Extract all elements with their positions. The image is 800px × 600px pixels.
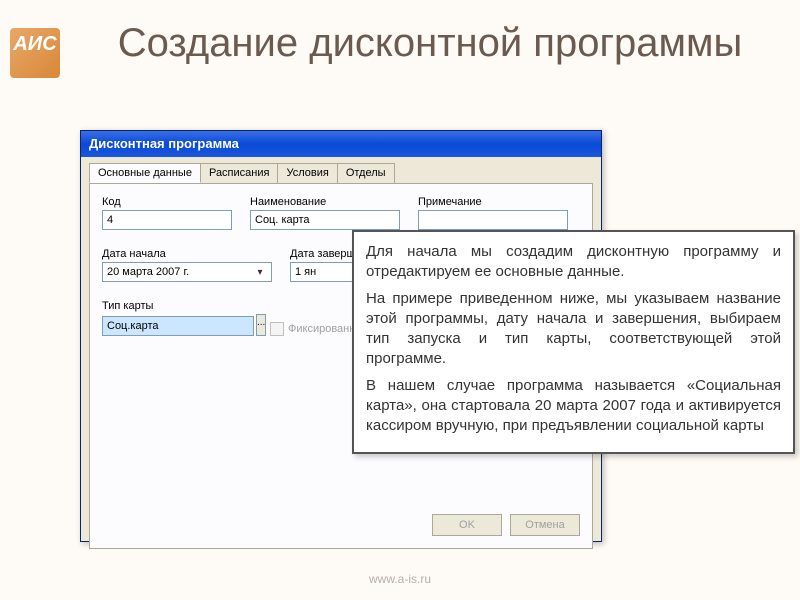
cancel-button[interactable]: Отмена [510, 514, 580, 536]
date-end-value: 1 ян [295, 266, 316, 278]
note-input[interactable] [418, 210, 568, 230]
logo-text: АИС [13, 33, 56, 55]
tab-departments[interactable]: Отделы [337, 163, 395, 183]
callout-paragraph: Для начала мы создадим дисконтную програ… [366, 242, 781, 283]
explanation-callout: Для начала мы создадим дисконтную програ… [352, 230, 795, 454]
name-label: Наименование [250, 196, 400, 208]
date-start-value: 20 марта 2007 г. [107, 266, 189, 278]
tab-row: Основные данные Расписания Условия Отдел… [81, 157, 601, 183]
tab-main-data[interactable]: Основные данные [89, 163, 201, 183]
tab-conditions[interactable]: Условия [277, 163, 337, 183]
card-type-label: Тип карты [102, 300, 252, 312]
note-label: Примечание [418, 196, 568, 208]
card-type-browse-button[interactable]: ... [256, 314, 266, 336]
footer-url: www.a-is.ru [0, 572, 800, 586]
card-type-input[interactable] [102, 316, 254, 336]
brand-logo: АИС [10, 28, 60, 78]
chevron-down-icon[interactable]: ▾ [253, 267, 267, 278]
callout-paragraph: В нашем случае программа называется «Соц… [366, 376, 781, 437]
dialog-buttons: OK Отмена [432, 514, 580, 536]
date-start-label: Дата начала [102, 248, 272, 260]
date-start-input[interactable]: 20 марта 2007 г. ▾ [102, 262, 272, 282]
code-label: Код [102, 196, 232, 208]
tab-schedules[interactable]: Расписания [200, 163, 278, 183]
callout-paragraph: На примере приведенном ниже, мы указывае… [366, 289, 781, 370]
ok-button[interactable]: OK [432, 514, 502, 536]
checkbox-icon [270, 322, 284, 336]
code-input[interactable] [102, 210, 232, 230]
slide-title: Создание дисконтной программы [100, 20, 760, 66]
name-input[interactable] [250, 210, 400, 230]
window-titlebar: Дисконтная программа [81, 131, 601, 157]
